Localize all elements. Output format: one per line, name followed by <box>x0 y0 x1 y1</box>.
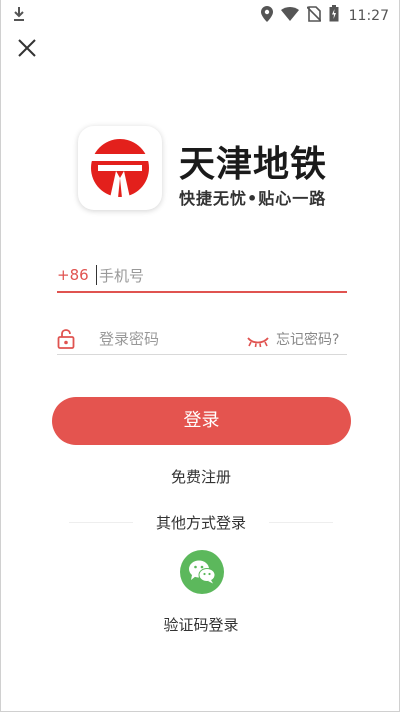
password-input[interactable] <box>97 326 241 352</box>
password-field: 忘记密码? <box>57 326 347 355</box>
metro-logo-icon <box>90 139 150 198</box>
other-login-divider: 其他方式登录 <box>69 512 333 532</box>
phone-input[interactable] <box>97 263 341 289</box>
app-logo <box>78 126 162 210</box>
wechat-icon[interactable] <box>188 560 216 584</box>
status-icons: 11:27 <box>253 5 389 26</box>
eye-closed-icon[interactable] <box>246 333 270 352</box>
country-code[interactable]: +86 <box>57 266 89 284</box>
location-icon <box>260 5 273 26</box>
divider-line-right <box>269 522 333 523</box>
login-button[interactable]: 登录 <box>52 397 351 445</box>
register-link[interactable]: 免费注册 <box>1 466 400 487</box>
no-sim-icon <box>306 5 322 26</box>
phone-field: +86 <box>57 263 347 293</box>
brand-slogan: 快捷无忧•贴心一路 <box>179 189 327 208</box>
sms-code-login-link[interactable]: 验证码登录 <box>1 614 400 635</box>
close-icon[interactable] <box>15 36 39 60</box>
status-time: 11:27 <box>348 7 389 24</box>
wechat-login-button[interactable] <box>180 550 224 594</box>
status-bar: 11:27 <box>1 0 399 30</box>
wifi-icon <box>280 6 299 25</box>
battery-icon <box>329 5 339 26</box>
download-icon <box>13 6 25 26</box>
forgot-password-link[interactable]: 忘记密码? <box>276 329 339 349</box>
lock-icon <box>57 329 75 353</box>
brand-name: 天津地铁 <box>179 144 328 185</box>
login-screen: 11:27 天津地铁 快捷无忧•贴心一路 +86 手机号 忘记密码? 登录 免费… <box>0 0 400 712</box>
close-button[interactable] <box>15 36 39 60</box>
